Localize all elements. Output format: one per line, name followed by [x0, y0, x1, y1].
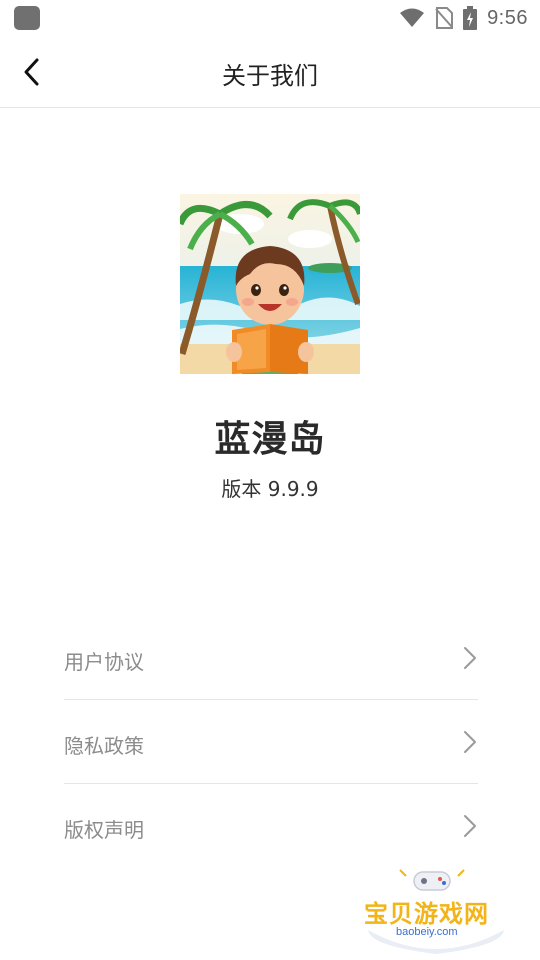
app-version: 版本 9.9.9 — [221, 477, 319, 501]
watermark-logo: 宝贝游戏网 baobeiy.com — [362, 868, 510, 956]
menu-item-user-agreement[interactable]: 用户协议 — [64, 616, 478, 700]
menu-item-copyright-notice[interactable]: 版权声明 — [64, 784, 478, 868]
menu-item-label: 版权声明 — [64, 818, 144, 842]
wifi-icon — [400, 8, 425, 27]
chevron-right-icon — [464, 647, 476, 669]
about-menu-list: 用户协议 隐私政策 版权声明 — [64, 616, 478, 868]
app-notification-icon — [14, 6, 40, 30]
app-name: 蓝漫岛 — [214, 419, 326, 460]
page-title: 关于我们 — [222, 62, 318, 90]
menu-item-privacy-policy[interactable]: 隐私政策 — [64, 700, 478, 784]
chevron-right-icon — [464, 815, 476, 837]
watermark-subtitle: baobeiy.com — [396, 926, 458, 938]
battery-charging-icon — [463, 6, 478, 30]
chevron-right-icon — [464, 731, 476, 753]
menu-item-label: 隐私政策 — [64, 734, 144, 758]
watermark-title: 宝贝游戏网 — [364, 900, 489, 928]
app-header: 关于我们 — [0, 36, 540, 108]
no-sim-icon — [435, 7, 454, 29]
status-bar: 9:56 — [0, 0, 540, 36]
clock-time: 9:56 — [487, 6, 528, 29]
status-icons: 9:56 — [399, 4, 528, 32]
menu-item-label: 用户协议 — [64, 650, 144, 674]
app-logo — [180, 194, 360, 374]
